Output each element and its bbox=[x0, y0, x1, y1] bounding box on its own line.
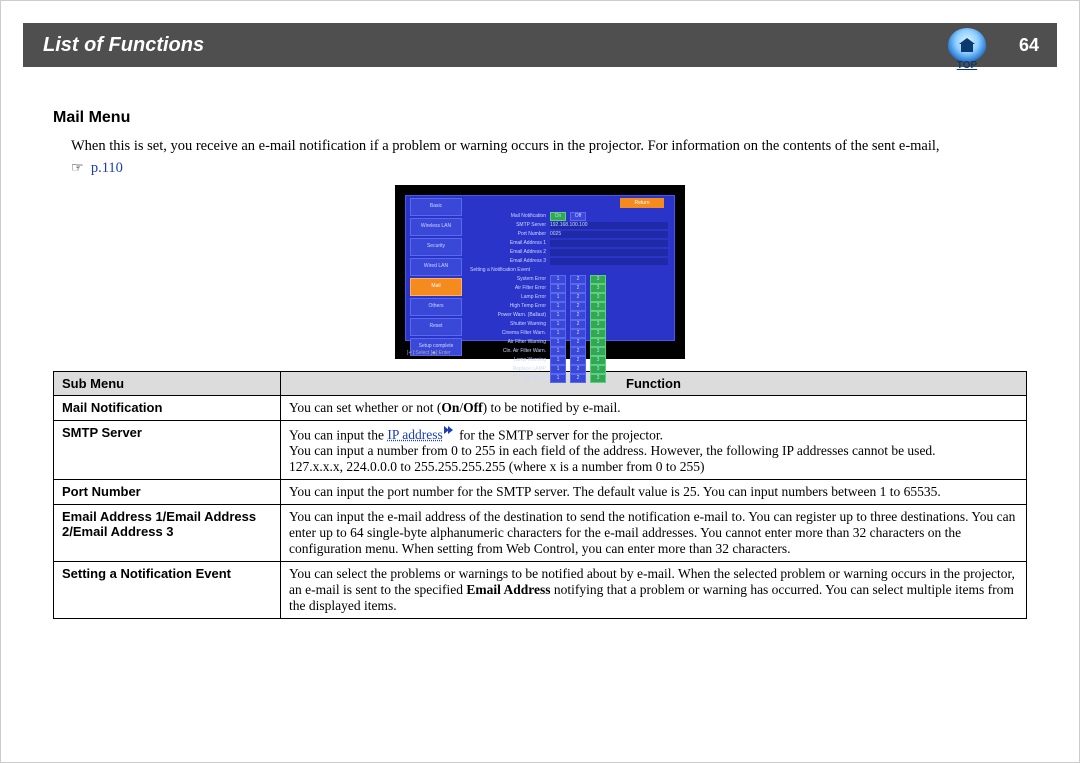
scr-side-item: Wireless LAN bbox=[410, 218, 462, 236]
table-row: Setting a Notification Event You can sel… bbox=[54, 562, 1027, 619]
cell-sub: SMTP Server bbox=[54, 420, 281, 480]
content-area: Mail Menu When this is set, you receive … bbox=[53, 109, 1027, 619]
page-number: 64 bbox=[1019, 23, 1039, 67]
home-icon bbox=[948, 28, 986, 62]
table-row: Mail Notification You can set whether or… bbox=[54, 395, 1027, 420]
embedded-screenshot: Return BasicWireless LANSecurityWired LA… bbox=[395, 185, 685, 359]
cell-sub: Setting a Notification Event bbox=[54, 562, 281, 619]
table-row: Email Address 1/Email Address 2/Email Ad… bbox=[54, 505, 1027, 562]
th-sub-menu: Sub Menu bbox=[54, 371, 281, 395]
cell-fn: You can input the port number for the SM… bbox=[281, 480, 1027, 505]
cell-fn: You can select the problems or warnings … bbox=[281, 562, 1027, 619]
reference-line: ☞ p.110 bbox=[71, 159, 1027, 177]
scr-footer: [↵]:Select [◆]:Enter bbox=[407, 350, 451, 356]
scr-side-item: Others bbox=[410, 298, 462, 316]
page-ref-link[interactable]: p.110 bbox=[91, 160, 123, 176]
header-title: List of Functions bbox=[23, 34, 204, 57]
scr-side-item: Mail bbox=[410, 278, 462, 296]
table-row: SMTP Server You can input the IP address… bbox=[54, 420, 1027, 480]
scr-side-item: Reset bbox=[410, 318, 462, 336]
cell-sub: Port Number bbox=[54, 480, 281, 505]
section-title: Mail Menu bbox=[53, 109, 1027, 127]
table-row: Port Number You can input the port numbe… bbox=[54, 480, 1027, 505]
page: List of Functions TOP 64 Mail Menu When … bbox=[0, 0, 1080, 763]
cell-fn: You can input the IP address for the SMT… bbox=[281, 420, 1027, 480]
scr-side-item: Wired LAN bbox=[410, 258, 462, 276]
cell-sub: Email Address 1/Email Address 2/Email Ad… bbox=[54, 505, 281, 562]
function-table: Sub Menu Function Mail Notification You … bbox=[53, 371, 1027, 620]
pointer-icon: ☞ bbox=[71, 159, 84, 175]
scr-side-item: Security bbox=[410, 238, 462, 256]
top-button[interactable]: TOP bbox=[945, 17, 989, 71]
glossary-icon bbox=[444, 425, 456, 434]
cell-sub: Mail Notification bbox=[54, 395, 281, 420]
header-bar: List of Functions TOP 64 bbox=[23, 23, 1057, 67]
scr-settings-panel: Mail NotificationOnOffSMTP Server192.168… bbox=[470, 200, 668, 336]
ip-address-glossary-link[interactable]: IP address bbox=[387, 427, 455, 442]
cell-fn: You can set whether or not (On/Off) to b… bbox=[281, 395, 1027, 420]
intro-text: When this is set, you receive an e-mail … bbox=[71, 137, 1027, 157]
scr-side-item: Basic bbox=[410, 198, 462, 216]
top-label: TOP bbox=[957, 60, 977, 71]
cell-fn: You can input the e-mail address of the … bbox=[281, 505, 1027, 562]
scr-sidebar: Basic Wireless LAN Security Wired LAN Mail Ot… bbox=[406, 196, 466, 340]
